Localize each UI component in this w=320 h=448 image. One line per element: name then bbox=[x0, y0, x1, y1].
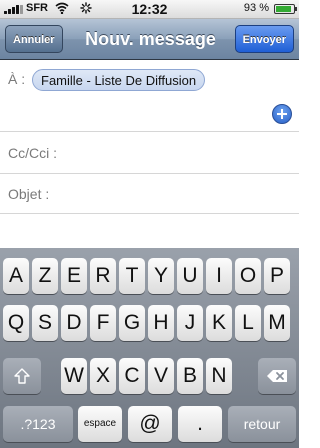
navigation-bar: Annuler Nouv. message Envoyer bbox=[0, 19, 299, 60]
subject-label: Objet : bbox=[8, 186, 50, 202]
key[interactable]: W bbox=[61, 358, 87, 394]
key[interactable]: K bbox=[206, 305, 232, 341]
key[interactable]: Z bbox=[32, 258, 58, 294]
to-field[interactable]: À : Famille - Liste De Diffusion bbox=[0, 60, 299, 132]
cc-field[interactable]: Cc/Cci : bbox=[0, 132, 299, 174]
battery-percent: 93 % bbox=[243, 2, 269, 14]
key[interactable]: L bbox=[235, 305, 261, 341]
dot-key[interactable]: . bbox=[178, 406, 222, 442]
subject-field[interactable]: Objet : bbox=[0, 174, 299, 214]
status-bar: SFR 12:32 93 % bbox=[0, 0, 299, 19]
shift-icon bbox=[14, 368, 30, 384]
key[interactable]: E bbox=[61, 258, 87, 294]
key[interactable]: V bbox=[148, 358, 174, 394]
key[interactable]: O bbox=[235, 258, 261, 294]
key[interactable]: A bbox=[3, 258, 29, 294]
key[interactable]: P bbox=[264, 258, 290, 294]
keyboard: A Z E R T Y U I O P Q S D F G H J K L M … bbox=[0, 248, 299, 448]
key[interactable]: J bbox=[177, 305, 203, 341]
to-label: À : bbox=[8, 71, 26, 87]
key[interactable]: H bbox=[148, 305, 174, 341]
numbers-key[interactable]: .?123 bbox=[3, 406, 73, 442]
key[interactable]: B bbox=[177, 358, 203, 394]
key[interactable]: G bbox=[119, 305, 145, 341]
cc-label: Cc/Cci : bbox=[8, 145, 57, 161]
key[interactable]: F bbox=[90, 305, 116, 341]
space-key[interactable]: espace bbox=[78, 406, 122, 442]
key[interactable]: R bbox=[90, 258, 116, 294]
add-contact-icon[interactable] bbox=[272, 104, 292, 124]
key[interactable]: Q bbox=[3, 305, 29, 341]
key[interactable]: I bbox=[206, 258, 232, 294]
battery-icon bbox=[274, 4, 297, 14]
at-key[interactable]: @ bbox=[128, 406, 172, 442]
key[interactable]: T bbox=[119, 258, 145, 294]
key[interactable]: N bbox=[206, 358, 232, 394]
key[interactable]: C bbox=[119, 358, 145, 394]
backspace-icon bbox=[267, 370, 287, 382]
key[interactable]: Y bbox=[148, 258, 174, 294]
key[interactable]: U bbox=[177, 258, 203, 294]
key[interactable]: S bbox=[32, 305, 58, 341]
page-title: Nouv. message bbox=[85, 29, 216, 49]
backspace-key[interactable] bbox=[258, 358, 296, 394]
shift-key[interactable] bbox=[3, 358, 41, 394]
recipient-token[interactable]: Famille - Liste De Diffusion bbox=[32, 69, 206, 91]
send-button[interactable]: Envoyer bbox=[234, 25, 294, 53]
key[interactable]: M bbox=[264, 305, 290, 341]
key[interactable]: D bbox=[61, 305, 87, 341]
key[interactable]: X bbox=[90, 358, 116, 394]
cancel-button[interactable]: Annuler bbox=[5, 25, 63, 53]
return-key[interactable]: retour bbox=[228, 406, 296, 442]
